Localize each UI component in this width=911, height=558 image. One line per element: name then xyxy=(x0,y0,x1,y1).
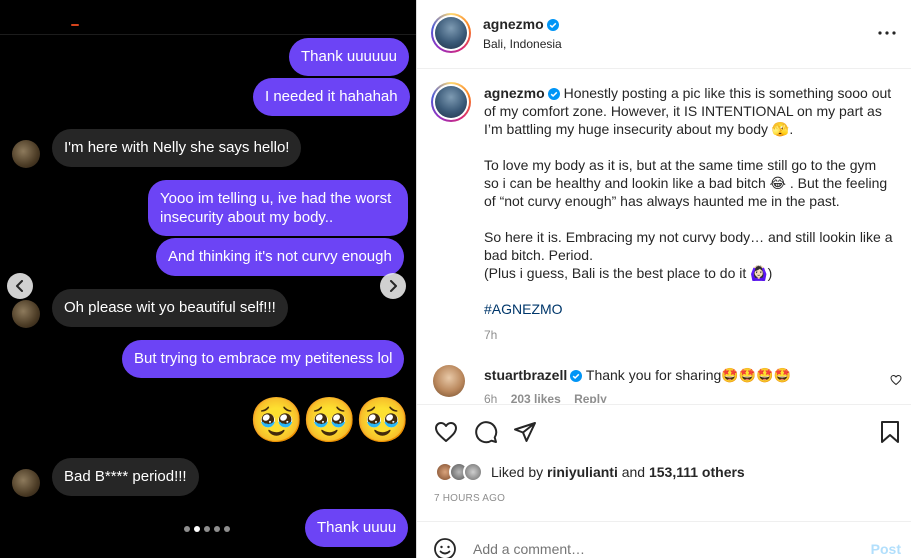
carousel-prev-button[interactable] xyxy=(7,273,33,299)
comment-input[interactable] xyxy=(473,539,853,558)
chat-contact-avatar xyxy=(12,300,40,328)
verified-badge-icon xyxy=(546,19,559,31)
author-username[interactable]: agnezmo xyxy=(483,16,544,32)
comment-button[interactable] xyxy=(474,420,498,449)
liked-by-row: Liked by riniyulianti and 153,111 others xyxy=(435,462,745,482)
carousel-dot-active xyxy=(194,526,200,532)
verified-badge-icon xyxy=(547,88,560,100)
chat-contact-avatar xyxy=(12,469,40,497)
caption-author-avatar[interactable] xyxy=(431,82,471,122)
emoji-picker-button[interactable] xyxy=(433,537,457,558)
chat-bubble-outgoing: Thank uuuuuu xyxy=(289,38,409,76)
share-icon xyxy=(514,422,536,442)
save-button[interactable] xyxy=(879,420,901,449)
post-timestamp: 7 HOURS AGO xyxy=(434,493,506,504)
chat-header-divider xyxy=(0,34,416,35)
liked-by-user[interactable]: riniyulianti xyxy=(547,464,618,480)
post-media-carousel: Thank uuuuuu I needed it hahahah I'm her… xyxy=(0,0,416,558)
chat-bubble-outgoing: I needed it hahahah xyxy=(253,78,410,116)
heart-icon xyxy=(435,422,457,442)
comment-text: Thank you for sharing🤩🤩🤩🤩 xyxy=(585,367,792,383)
chat-bubble-outgoing: And thinking it's not curvy enough xyxy=(156,238,404,276)
carousel-dot xyxy=(184,526,190,532)
chat-bubble-incoming: Oh please wit yo beautiful self!!! xyxy=(52,289,288,327)
bookmark-icon xyxy=(881,421,899,443)
chat-bubble-outgoing: Thank uuuu xyxy=(305,509,409,547)
author-avatar[interactable] xyxy=(431,13,471,53)
post-caption: agnezmo Honestly posting a pic like this… xyxy=(484,84,894,344)
pleading-face-emoji: 🥹 xyxy=(302,396,357,445)
caption-text: To love my body as it is, but at the sam… xyxy=(484,157,888,209)
comment-like-button[interactable] xyxy=(890,373,902,391)
carousel-dot xyxy=(214,526,220,532)
chat-bubble-outgoing: But trying to embrace my petiteness lol xyxy=(122,340,405,378)
carousel-dot xyxy=(204,526,210,532)
liked-by-prefix: Liked by xyxy=(491,464,548,480)
verified-badge-icon xyxy=(570,370,583,382)
status-dot xyxy=(71,24,79,26)
comment-box-divider xyxy=(417,521,911,522)
chevron-left-icon xyxy=(16,280,23,292)
post-comment-button[interactable]: Post xyxy=(871,541,901,557)
comment-likes[interactable]: 203 likes xyxy=(511,392,561,403)
chat-bubble-outgoing: Yooo im telling u, ive had the worst ins… xyxy=(148,180,408,236)
caption-text: (Plus i guess, Bali is the best place to… xyxy=(484,265,773,281)
share-button[interactable] xyxy=(513,420,537,449)
comment-time: 6h xyxy=(484,392,498,403)
post-location[interactable]: Bali, Indonesia xyxy=(483,37,562,51)
post-header-author: agnezmo xyxy=(483,16,559,34)
chat-bubble-incoming: I'm here with Nelly she says hello! xyxy=(52,129,302,167)
post-details-panel: agnezmo Bali, Indonesia agnezmo Honestly… xyxy=(416,0,911,558)
comment-reply-button[interactable]: Reply xyxy=(574,392,607,403)
comment-meta: 6h 203 likes Reply xyxy=(484,392,607,403)
heart-icon xyxy=(890,374,902,386)
caption-text: Honestly posting a pic like this is some… xyxy=(484,85,892,137)
caption-text: So here it is. Embracing my not curvy bo… xyxy=(484,229,893,263)
carousel-next-button[interactable] xyxy=(380,273,406,299)
liked-by-and: and xyxy=(617,464,649,480)
commenter-avatar[interactable] xyxy=(433,365,465,397)
liked-by-text: Liked by riniyulianti and 153,111 others xyxy=(491,464,745,480)
carousel-indicator xyxy=(184,526,230,532)
caption-username[interactable]: agnezmo xyxy=(484,85,545,101)
chat-contact-avatar xyxy=(12,140,40,168)
pleading-face-emoji: 🥹 xyxy=(355,396,410,445)
more-options-button[interactable] xyxy=(877,26,897,40)
more-icon xyxy=(878,31,896,35)
comment-username[interactable]: stuartbrazell xyxy=(484,367,567,383)
comment-icon xyxy=(475,421,498,444)
carousel-dot xyxy=(224,526,230,532)
actions-divider xyxy=(417,404,911,405)
liker-avatar xyxy=(463,462,483,482)
comment: stuartbrazell Thank you for sharing🤩🤩🤩🤩 xyxy=(484,366,791,384)
chat-bubble-incoming: Bad B**** period!!! xyxy=(52,458,199,496)
emoji-icon xyxy=(434,538,456,558)
hashtag-link[interactable]: #AGNEZMO xyxy=(484,301,563,317)
liked-by-others[interactable]: 153,111 others xyxy=(649,464,745,480)
like-button[interactable] xyxy=(433,420,459,449)
header-divider xyxy=(417,68,911,69)
pleading-face-emoji: 🥹 xyxy=(249,396,304,445)
caption-timestamp: 7h xyxy=(484,328,498,342)
chevron-right-icon xyxy=(390,280,397,292)
